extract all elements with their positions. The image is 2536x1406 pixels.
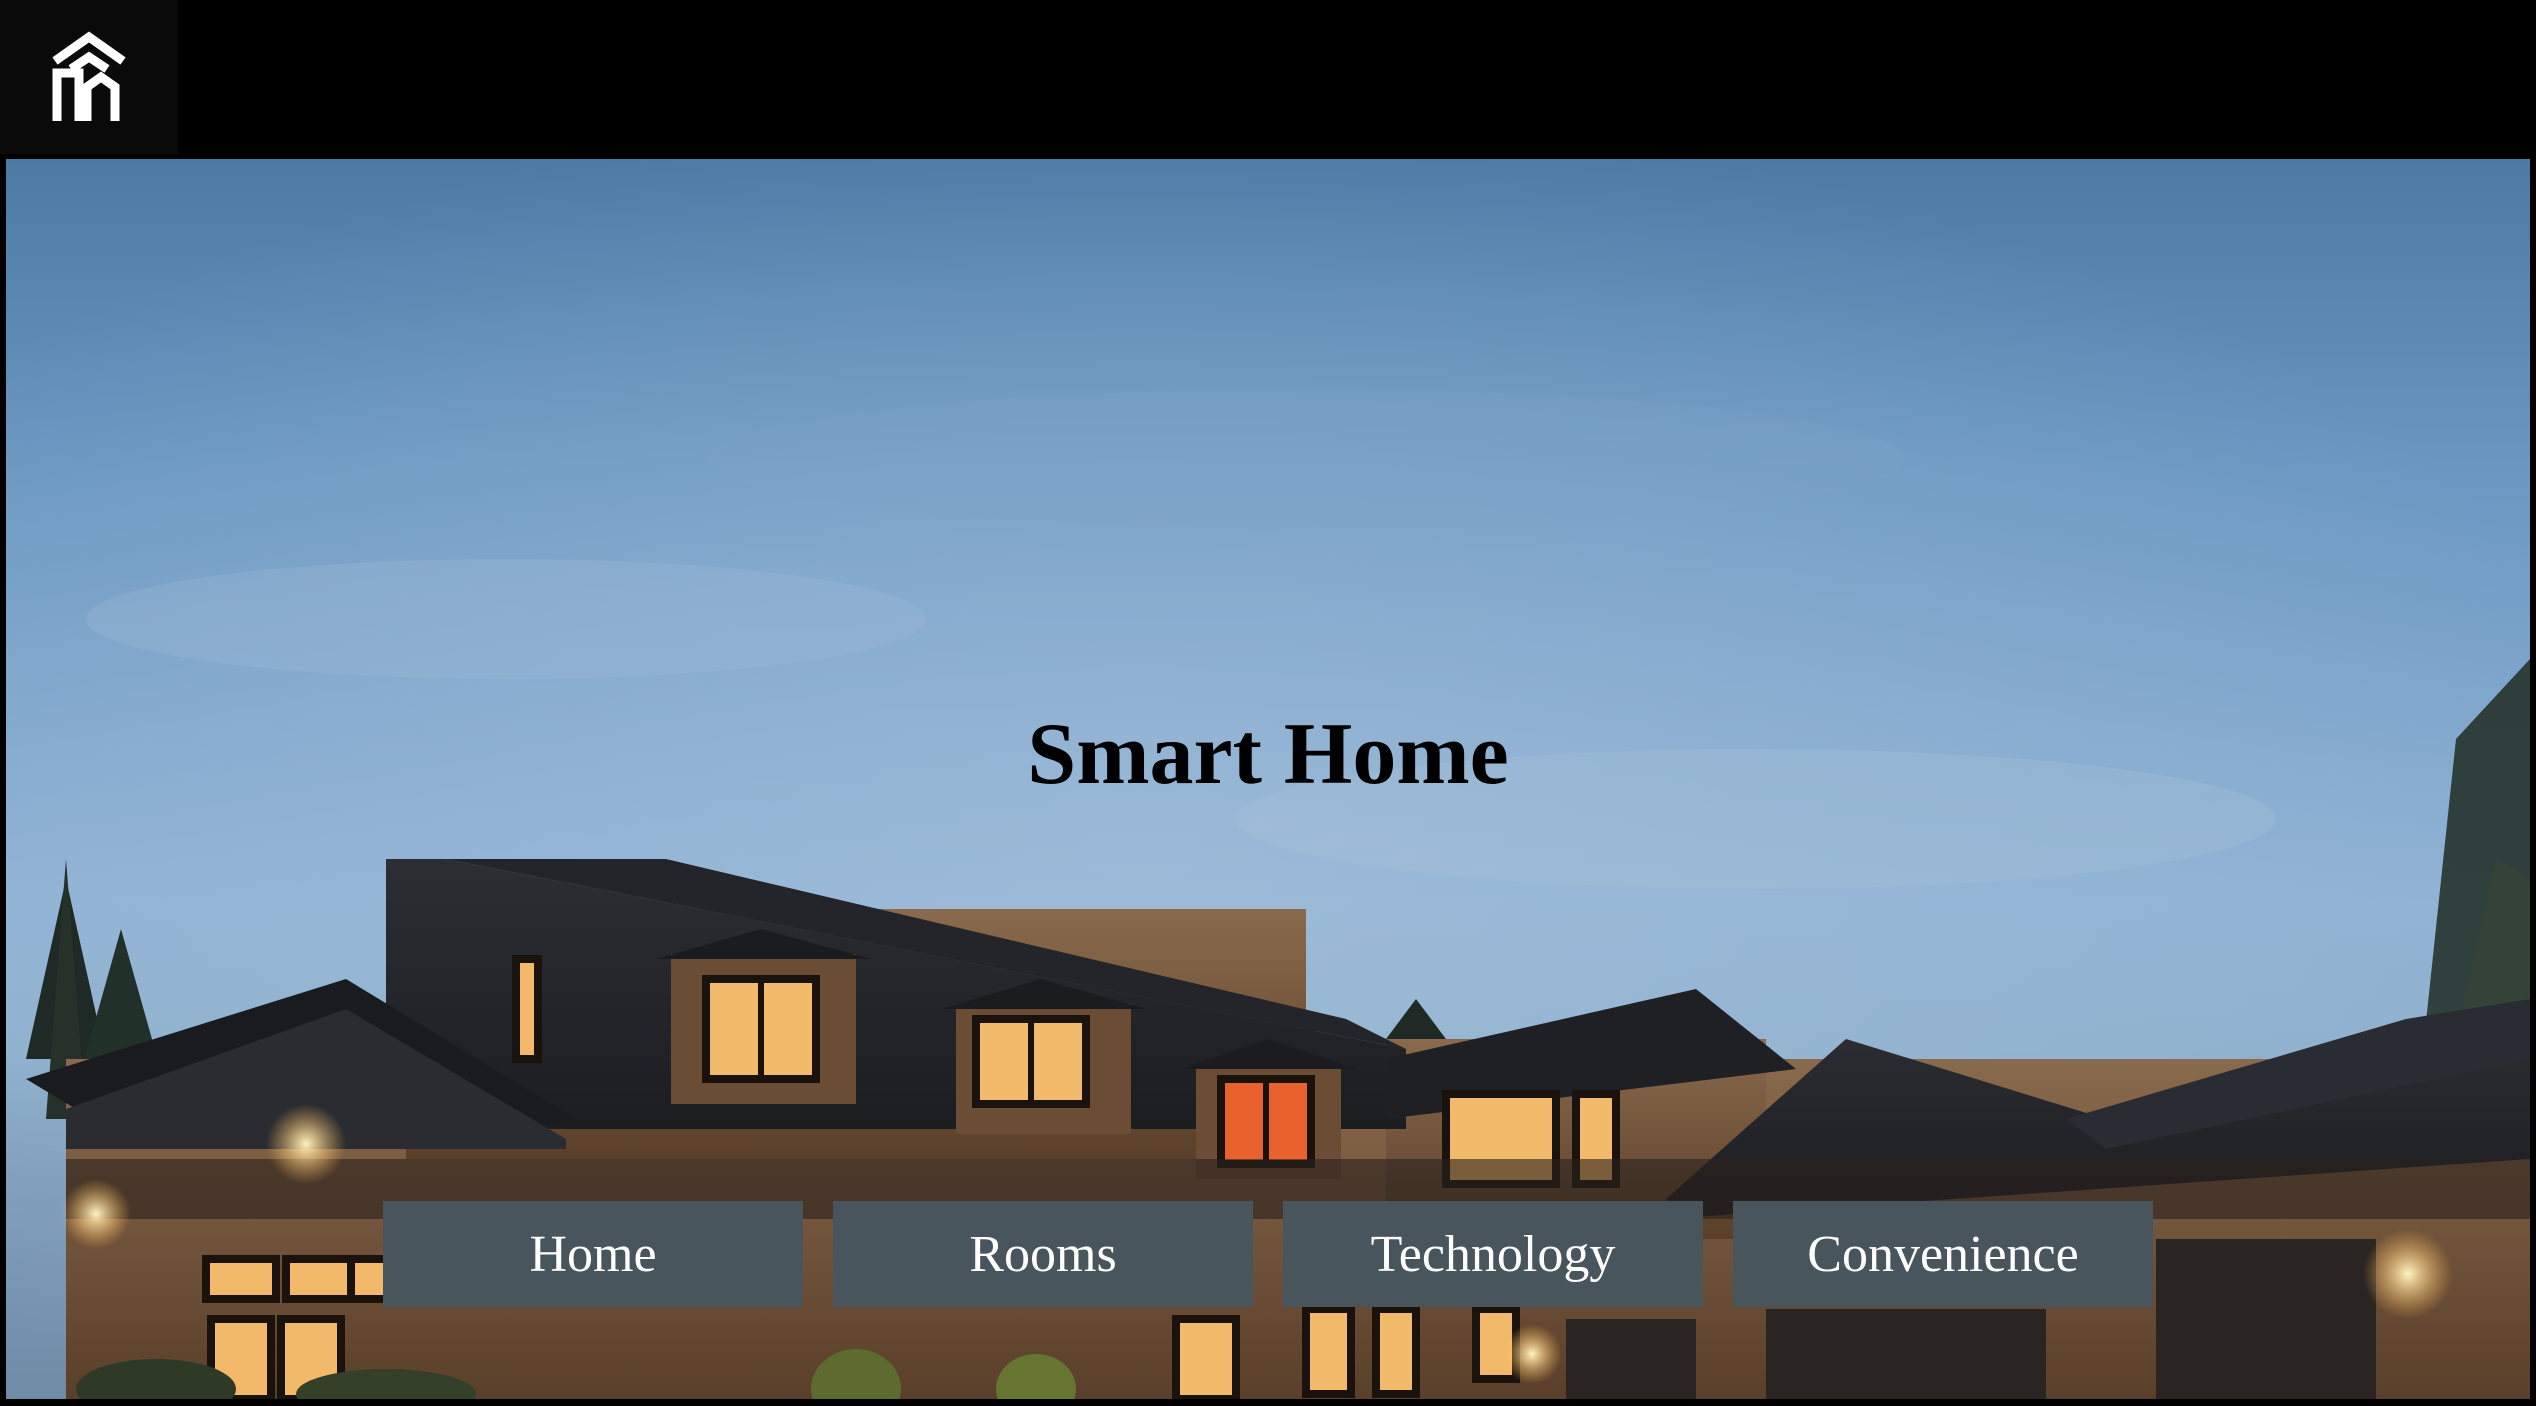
main-nav: Home Rooms Technology Convenience [383, 1201, 2163, 1309]
top-header-bar [0, 0, 2536, 159]
page-title: Smart Home [1027, 706, 1509, 803]
page: Smart Home Home Rooms Technology Conveni… [0, 0, 2536, 1406]
hero-section: Smart Home Home Rooms Technology Conveni… [6, 159, 2530, 1399]
nav-button-home[interactable]: Home [383, 1201, 803, 1307]
smart-home-logo-icon [52, 31, 126, 121]
logo[interactable] [0, 0, 178, 154]
nav-button-technology[interactable]: Technology [1283, 1201, 1703, 1307]
nav-button-rooms[interactable]: Rooms [833, 1201, 1253, 1307]
nav-button-convenience[interactable]: Convenience [1733, 1201, 2153, 1307]
